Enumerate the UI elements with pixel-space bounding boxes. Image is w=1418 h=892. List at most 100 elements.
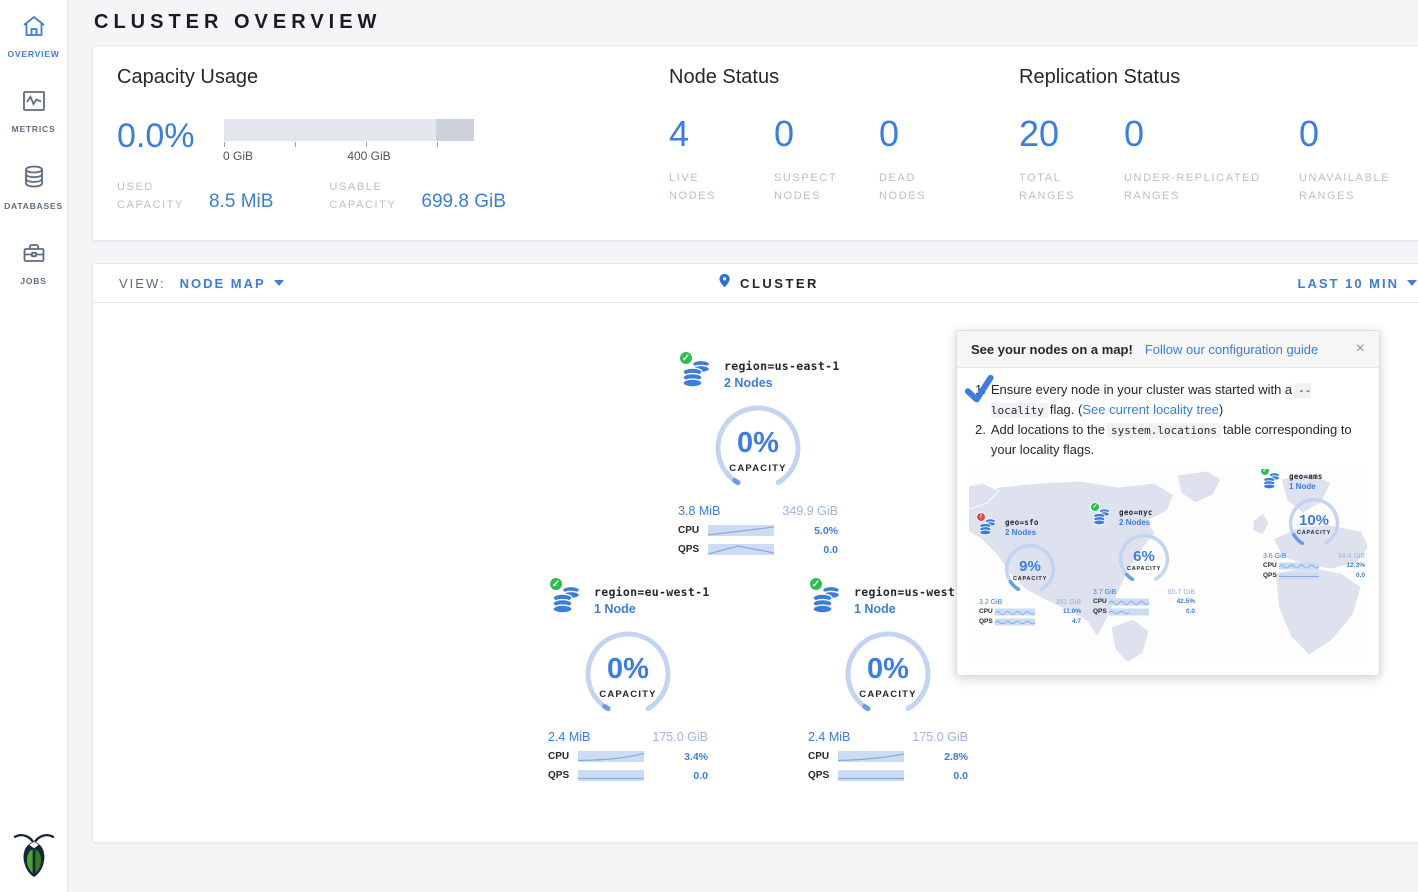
dead-nodes-stat: 0 DEAD NODES: [879, 113, 984, 206]
home-icon: [21, 14, 47, 43]
cpu-value: 3.4%: [644, 751, 708, 763]
used-bytes: 2.4 MiB: [548, 730, 590, 744]
node-status-section: Node Status 4 LIVE NODES 0 SUSPECT NODES…: [669, 66, 999, 222]
qps-value: 0.0: [644, 770, 708, 782]
example-map-preview: !: [969, 469, 1367, 661]
nodes-link: 2 Nodes: [1005, 528, 1039, 537]
sidebar-item-metrics[interactable]: METRICS: [0, 89, 67, 134]
qps-value: 0.0: [774, 544, 838, 556]
capacity-caption: CAPACITY: [859, 689, 916, 700]
capacity-gauge: 6% CAPACITY: [1116, 531, 1172, 587]
close-icon[interactable]: ×: [1356, 341, 1365, 357]
popup-step-1: 1. Ensure every node in your cluster was…: [975, 380, 1363, 420]
healthy-check-icon: ✓: [1090, 502, 1100, 512]
sidebar-item-overview[interactable]: OVERVIEW: [0, 14, 67, 59]
time-range-selector[interactable]: LAST 10 MIN: [1298, 276, 1417, 291]
cockroach-logo: [13, 829, 55, 884]
qps-sparkline: [1109, 608, 1149, 616]
mini-node-card-sfo: !: [977, 517, 1083, 626]
capacity-gauge: 0% CAPACITY: [840, 626, 936, 722]
system-locations-code: system.locations: [1107, 423, 1221, 438]
capacity-caption: CAPACITY: [599, 689, 656, 700]
unavailable-ranges-stat: 0 UNAVAILABLE RANGES: [1299, 113, 1418, 206]
view-bar: VIEW: NODE MAP CLUSTER LAST 10 MIN: [93, 264, 1418, 303]
node-map-config-popup: See your nodes on a map! Follow our conf…: [956, 330, 1380, 676]
capacity-caption: CAPACITY: [729, 463, 786, 474]
region-label: region=eu-west-1: [594, 585, 710, 599]
sidebar-item-label: METRICS: [12, 124, 56, 134]
cpu-label: CPU: [548, 751, 578, 762]
capacity-gauge: 0% CAPACITY: [710, 400, 806, 496]
map-pin-icon: [717, 271, 732, 295]
usable-capacity-value: 699.8 GiB: [421, 191, 506, 214]
used-capacity-label: USED CAPACITY: [117, 179, 193, 214]
cpu-value: 2.8%: [904, 751, 968, 763]
used-capacity-value: 8.5 MiB: [209, 191, 273, 214]
qps-sparkline: [578, 769, 644, 782]
capacity-usage-section: Capacity Usage 0.0% 0 GiB 400 GiB: [117, 66, 587, 222]
qps-sparkline: [995, 618, 1035, 626]
node-map-panel: VIEW: NODE MAP CLUSTER LAST 10 MIN: [92, 263, 1418, 843]
configuration-guide-link[interactable]: Follow our configuration guide: [1145, 342, 1318, 357]
qps-sparkline: [708, 543, 774, 556]
chevron-down-icon: [1407, 280, 1417, 286]
capacity-gauge: 9% CAPACITY: [1002, 541, 1058, 597]
popup-step-2: 2. Add locations to thesystem.locationst…: [975, 420, 1363, 460]
live-nodes-stat: 4 LIVE NODES: [669, 113, 774, 206]
qps-sparkline: [1279, 572, 1319, 580]
node-status-title: Node Status: [669, 66, 999, 89]
node-card-us-west-1: ✓ region=us-west-1 1 Node: [806, 584, 970, 782]
nodes-link[interactable]: 1 Node: [594, 602, 710, 616]
region-label: region=us-west-1: [854, 585, 970, 599]
view-label: VIEW:: [119, 276, 166, 291]
nodes-link[interactable]: 2 Nodes: [724, 376, 840, 390]
sidebar: OVERVIEW METRICS DATABASES: [0, 0, 68, 892]
replication-status-section: Replication Status 20 TOTAL RANGES 0 UND…: [1019, 66, 1418, 222]
breadcrumb-cluster: CLUSTER: [740, 276, 819, 291]
used-bytes: 2.4 MiB: [808, 730, 850, 744]
sidebar-item-label: OVERVIEW: [7, 49, 59, 59]
capacity-axis-tick: 400 GiB: [347, 149, 390, 163]
cpu-sparkline: [838, 750, 904, 763]
healthy-check-icon: ✓: [1260, 469, 1270, 476]
nodes-link: 2 Nodes: [1119, 518, 1153, 527]
healthy-check-icon: ✓: [548, 576, 564, 592]
capacity-percent: 0%: [867, 655, 909, 684]
qps-value: 0.0: [904, 770, 968, 782]
region-label: geo=sfo: [1005, 518, 1039, 527]
cpu-sparkline: [1109, 598, 1149, 606]
databases-icon: [21, 164, 47, 195]
healthy-check-icon: ✓: [808, 576, 824, 592]
region-label: geo=ams: [1289, 472, 1323, 481]
nodes-link: 1 Node: [1289, 482, 1323, 491]
capacity-gauge: 0% CAPACITY: [580, 626, 676, 722]
replication-status-title: Replication Status: [1019, 66, 1418, 89]
step-done-check-icon: [963, 375, 996, 411]
capacity-gauge: 10% CAPACITY: [1286, 495, 1342, 551]
cpu-sparkline: [1279, 562, 1319, 570]
under-replicated-ranges-stat: 0 UNDER-REPLICATED RANGES: [1124, 113, 1299, 206]
sidebar-item-label: JOBS: [20, 276, 46, 286]
healthy-check-icon: ✓: [678, 350, 694, 366]
view-selector[interactable]: NODE MAP: [180, 276, 284, 291]
mini-node-card-ams: ✓: [1261, 471, 1367, 580]
qps-label: QPS: [808, 770, 838, 781]
warning-icon: !: [976, 512, 986, 522]
sidebar-item-databases[interactable]: DATABASES: [0, 164, 67, 211]
sidebar-item-label: DATABASES: [4, 201, 63, 211]
page-title: CLUSTER OVERVIEW: [92, 0, 1418, 45]
sidebar-item-jobs[interactable]: JOBS: [0, 241, 67, 286]
qps-label: QPS: [548, 770, 578, 781]
jobs-icon: [21, 241, 47, 270]
locality-tree-link[interactable]: See current locality tree: [1082, 402, 1219, 417]
total-ranges-stat: 20 TOTAL RANGES: [1019, 113, 1124, 206]
cpu-label: CPU: [678, 525, 708, 536]
metrics-icon: [21, 89, 47, 118]
app-root: OVERVIEW METRICS DATABASES: [0, 0, 1418, 892]
node-card-us-east-1: ✓ region=us-east-1 2 Node: [676, 358, 840, 556]
total-capacity: 175.0 GiB: [912, 730, 968, 744]
region-label: geo=nyc: [1119, 508, 1153, 517]
suspect-nodes-stat: 0 SUSPECT NODES: [774, 113, 879, 206]
mini-node-card-nyc: ✓: [1091, 507, 1197, 616]
nodes-link[interactable]: 1 Node: [854, 602, 970, 616]
